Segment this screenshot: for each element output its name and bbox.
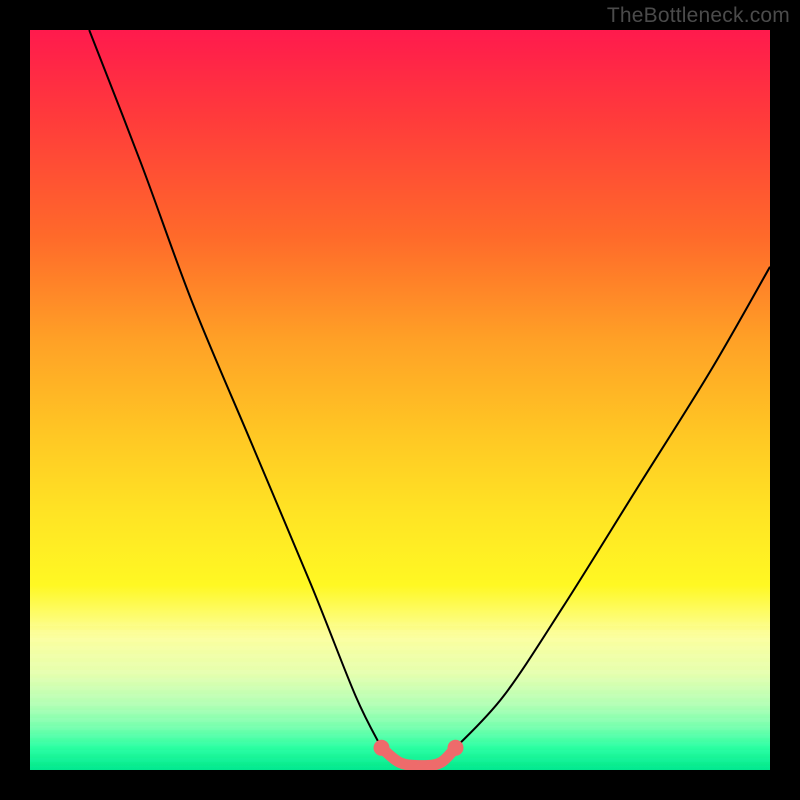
chart-frame: TheBottleneck.com bbox=[0, 0, 800, 800]
highlight-dot-left bbox=[374, 740, 390, 756]
curve-right bbox=[456, 267, 771, 748]
highlight-dot-right bbox=[448, 740, 464, 756]
highlight-segment bbox=[382, 748, 456, 766]
curve-layer bbox=[30, 30, 770, 770]
curve-left bbox=[89, 30, 381, 748]
plot-area bbox=[30, 30, 770, 770]
watermark-text: TheBottleneck.com bbox=[607, 4, 790, 28]
